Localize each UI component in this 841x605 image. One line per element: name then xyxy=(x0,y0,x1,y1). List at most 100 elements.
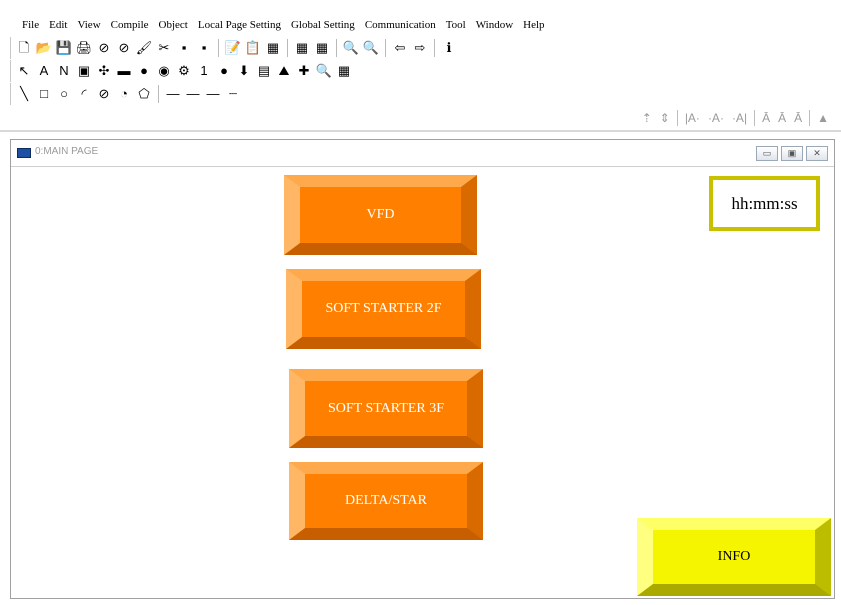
align-middle-icon[interactable]: ⇕ xyxy=(660,111,670,125)
cross-tool-icon[interactable]: ✚ xyxy=(296,63,312,79)
standard-toolbar: 🗋 📂 💾 🖨 ⊘ ⊘ 🖌 ✂ ▪ ▪ 📝 📋 ▦ ▦ ▦ 🔍 🔍 ⇦ ⇨ ℹ xyxy=(10,37,459,59)
text-align-3-icon[interactable]: Ā xyxy=(794,111,802,125)
download-icon[interactable]: ▦ xyxy=(294,40,310,56)
pie-icon[interactable]: ◔ xyxy=(116,86,132,102)
ellipse-icon[interactable]: ⊘ xyxy=(96,86,112,102)
soft-starter-2f-button[interactable]: SOFT STARTER 2F xyxy=(286,269,481,349)
lamp-tool-icon[interactable]: ● xyxy=(216,63,232,79)
info-icon[interactable]: ℹ xyxy=(441,40,457,56)
menu-global-setting[interactable]: Global Setting xyxy=(286,19,360,31)
vfd-button-label: VFD xyxy=(300,187,461,243)
line-icon[interactable]: ╲ xyxy=(16,86,32,102)
text-align-1-icon[interactable]: Ā xyxy=(762,111,770,125)
menu-file[interactable]: File xyxy=(0,19,44,31)
page-titlebar: 0:MAIN PAGE ▭ ▣ ✕ xyxy=(11,140,834,167)
line-style-thick-icon[interactable]: — xyxy=(205,86,221,102)
toolbar-separator xyxy=(434,39,435,57)
menu-local-page-setting[interactable]: Local Page Setting xyxy=(193,19,286,31)
upload-icon[interactable]: ▦ xyxy=(314,40,330,56)
open-file-icon[interactable]: 📂 xyxy=(36,40,52,56)
toolbar-separator xyxy=(754,110,756,126)
menu-compile[interactable]: Compile xyxy=(106,19,154,31)
page-title: 0:MAIN PAGE xyxy=(35,146,99,157)
grid-tool-icon[interactable]: ▦ xyxy=(336,63,352,79)
polygon-icon[interactable]: ⬠ xyxy=(136,86,152,102)
download-tool-icon[interactable]: ⬇ xyxy=(236,63,252,79)
delta-star-label: DELTA/STAR xyxy=(305,474,467,528)
minimize-icon[interactable]: ▭ xyxy=(756,146,778,161)
number-tool-icon[interactable]: 1 xyxy=(196,63,212,79)
picture-tool-icon[interactable]: ⛰ xyxy=(276,63,292,79)
object-toolbar: ↖ A N ▣ ✣ ▬ ● ◉ ⚙ 1 ● ⬇ ▤ ⛰ ✚ 🔍 ▦ xyxy=(10,60,354,82)
clock-display: hh:mm:ss xyxy=(709,176,820,231)
move-tool-icon[interactable]: ✣ xyxy=(96,63,112,79)
menu-bar: File Edit View Compile Object Local Page… xyxy=(0,14,841,36)
align-left-icon[interactable]: |A· xyxy=(685,111,700,125)
toolbar-separator xyxy=(336,39,337,57)
bar-tool-icon[interactable]: ▬ xyxy=(116,63,132,79)
menu-window[interactable]: Window xyxy=(471,19,518,31)
drawing-toolbar: ╲ □ ○ ◜ ⊘ ◔ ⬠ — — — ┈ xyxy=(10,83,243,105)
toolbar-separator xyxy=(809,110,811,126)
menu-tool[interactable]: Tool xyxy=(441,19,471,31)
circle-icon[interactable]: ○ xyxy=(56,86,72,102)
vfd-button[interactable]: VFD xyxy=(284,175,477,255)
zoom-in-icon[interactable]: 🔍 xyxy=(343,40,359,56)
alignment-toolbar: ⇡ ⇕ |A· ·A· ·A| Ā Ā Ā ▲ xyxy=(638,106,833,130)
soft-starter-3f-button[interactable]: SOFT STARTER 3F xyxy=(289,369,483,448)
menu-communication[interactable]: Communication xyxy=(360,19,441,31)
disabled-icon-1[interactable]: ⊘ xyxy=(96,40,112,56)
info-button[interactable]: INFO xyxy=(637,518,831,596)
design-canvas[interactable]: VFD SOFT STARTER 2F SOFT STARTER 3F DELT… xyxy=(11,167,834,598)
layer-icon[interactable]: ▲ xyxy=(817,111,829,125)
select-arrow-icon[interactable]: ↖ xyxy=(16,63,32,79)
menu-edit[interactable]: Edit xyxy=(44,19,72,31)
soft-starter-3f-label: SOFT STARTER 3F xyxy=(305,381,467,436)
line-style-dotted-icon[interactable]: ┈ xyxy=(225,86,241,102)
maximize-icon[interactable]: ▣ xyxy=(781,146,803,161)
forward-icon[interactable]: ⇨ xyxy=(412,40,428,56)
menu-help[interactable]: Help xyxy=(518,19,549,31)
menu-view[interactable]: View xyxy=(72,19,105,31)
numeric-tool-icon[interactable]: N xyxy=(56,63,72,79)
edit-icon[interactable]: 📝 xyxy=(225,40,241,56)
align-right-icon[interactable]: ·A| xyxy=(732,111,747,125)
screen-icon xyxy=(17,148,31,158)
disabled-icon-2[interactable]: ⊘ xyxy=(116,40,132,56)
copy-icon[interactable]: ▪ xyxy=(176,40,192,56)
brush-icon[interactable]: 🖌 xyxy=(136,40,153,56)
cut-icon[interactable]: ✂ xyxy=(156,40,172,56)
new-file-icon[interactable]: 🗋 xyxy=(16,40,32,56)
arc-icon[interactable]: ◜ xyxy=(76,86,92,102)
line-style-thin-icon[interactable]: — xyxy=(165,86,181,102)
close-icon[interactable]: ✕ xyxy=(806,146,828,161)
back-icon[interactable]: ⇦ xyxy=(392,40,408,56)
toolbar-separator xyxy=(676,110,678,126)
alarm-tool-icon[interactable]: ◉ xyxy=(156,63,172,79)
rectangle-icon[interactable]: □ xyxy=(36,86,52,102)
toolbar-separator xyxy=(287,39,288,57)
search-tool-icon[interactable]: 🔍 xyxy=(316,63,332,79)
print-icon[interactable]: 🖨 xyxy=(76,40,93,56)
align-center-icon[interactable]: ·A· xyxy=(708,111,724,125)
frame-tool-icon[interactable]: ▣ xyxy=(76,63,92,79)
align-top-icon[interactable]: ⇡ xyxy=(642,111,652,125)
menu-object[interactable]: Object xyxy=(154,19,193,31)
settings-tool-icon[interactable]: ⚙ xyxy=(176,63,192,79)
line-style-medium-icon[interactable]: — xyxy=(185,86,201,102)
page-icon[interactable]: 📋 xyxy=(245,40,261,56)
delta-star-button[interactable]: DELTA/STAR xyxy=(289,462,483,540)
text-tool-icon[interactable]: A xyxy=(36,63,52,79)
toolbar-separator xyxy=(385,39,386,57)
info-button-label: INFO xyxy=(653,530,815,584)
zoom-out-icon[interactable]: 🔍 xyxy=(363,40,379,56)
toolbar-divider xyxy=(0,130,841,132)
text-align-2-icon[interactable]: Ā xyxy=(778,111,786,125)
table-tool-icon[interactable]: ▤ xyxy=(256,63,272,79)
meter-tool-icon[interactable]: ● xyxy=(136,63,152,79)
chart-icon[interactable]: ▦ xyxy=(265,40,281,56)
paste-icon[interactable]: ▪ xyxy=(196,40,212,56)
save-icon[interactable]: 💾 xyxy=(56,40,72,56)
toolbar-separator xyxy=(158,85,159,103)
soft-starter-2f-label: SOFT STARTER 2F xyxy=(302,281,465,337)
